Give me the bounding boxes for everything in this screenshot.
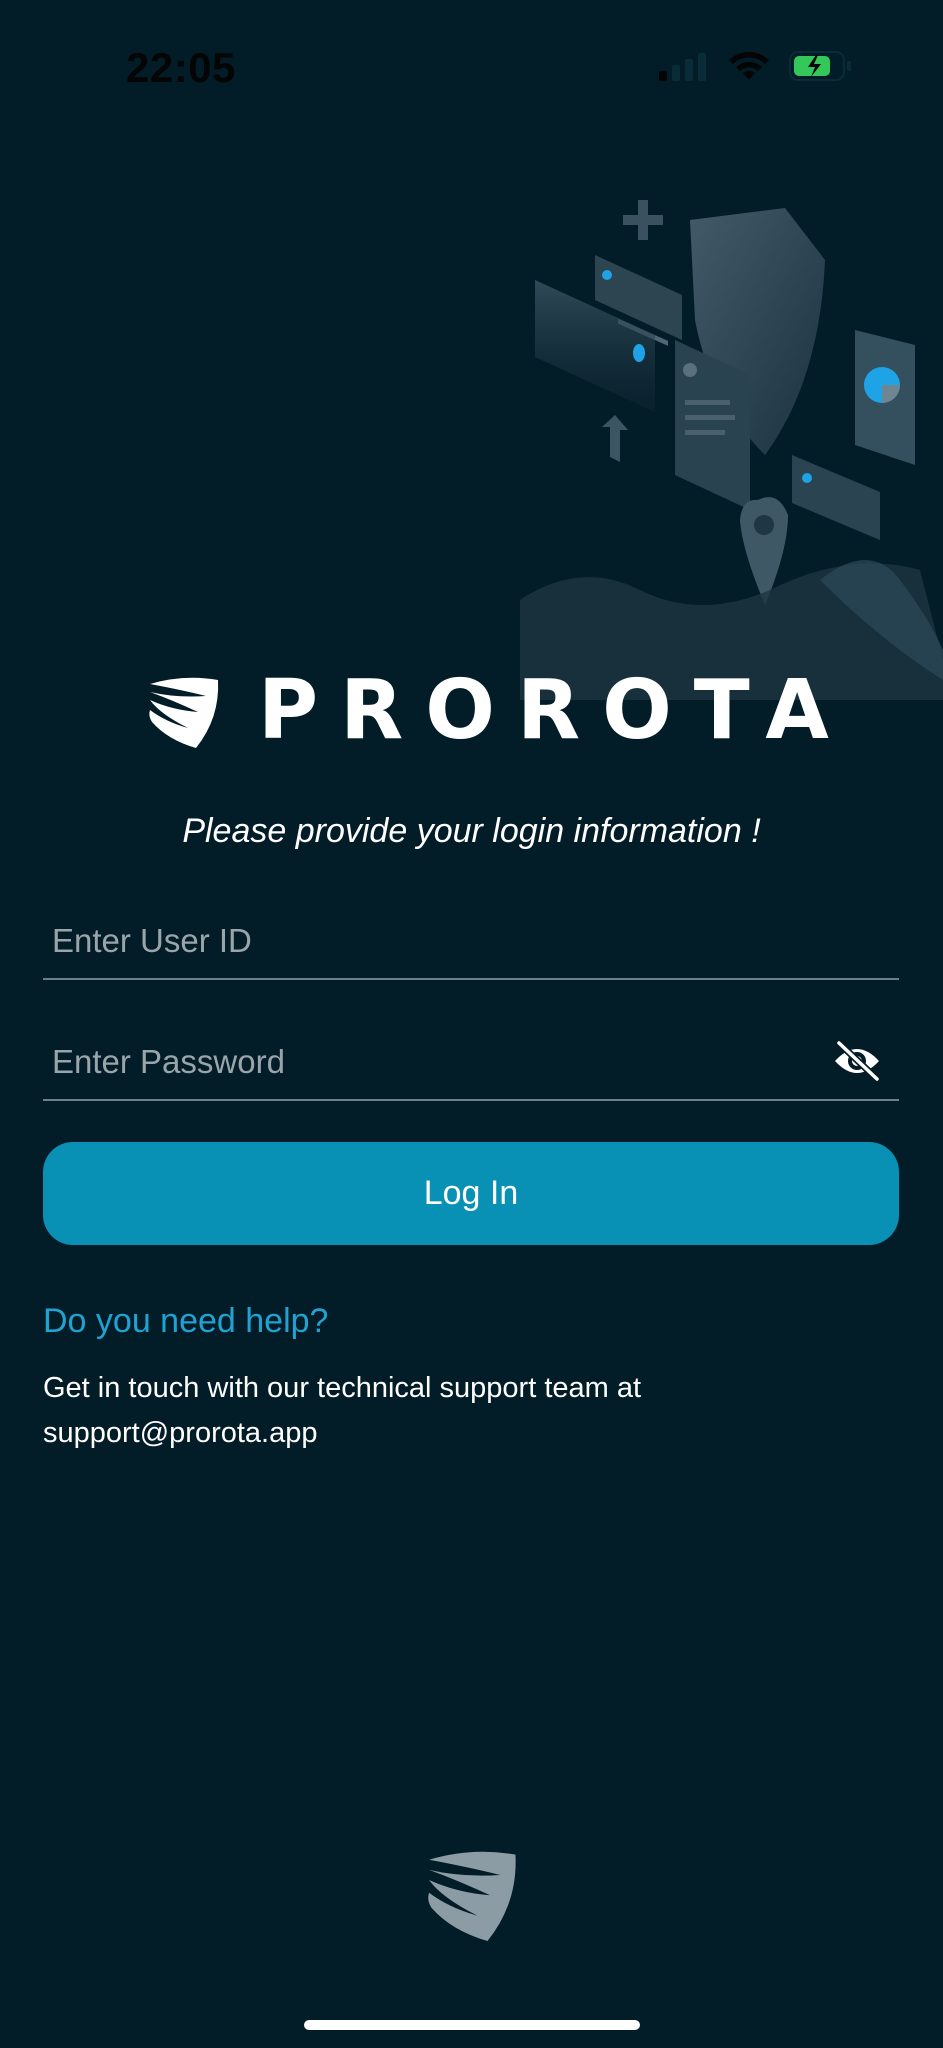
password-field-container: [43, 1027, 899, 1101]
footer-shield-logo-icon: [428, 1851, 516, 1941]
wifi-icon: [729, 52, 769, 80]
status-icons: [659, 50, 853, 82]
shield-logo-icon: [149, 677, 219, 748]
status-bar: 22:05: [0, 0, 943, 140]
user-id-field-container: [43, 906, 899, 980]
help-link[interactable]: Do you need help?: [43, 1302, 328, 1341]
eye-slash-icon[interactable]: [831, 1039, 883, 1083]
login-button[interactable]: Log In: [43, 1142, 899, 1245]
login-prompt: Please provide your login information !: [182, 812, 761, 850]
home-indicator[interactable]: [304, 2020, 640, 2030]
user-id-input[interactable]: [52, 916, 812, 966]
status-time: 22:05: [126, 44, 236, 91]
security-illustration: [520, 200, 943, 700]
battery-charging-icon: [789, 51, 851, 81]
signal-icon: [659, 53, 706, 81]
brand: PROROTA: [146, 670, 851, 752]
password-input[interactable]: [52, 1037, 812, 1087]
support-text: Get in touch with our technical support …: [43, 1372, 642, 1449]
brand-name: PROROTA: [258, 663, 851, 758]
